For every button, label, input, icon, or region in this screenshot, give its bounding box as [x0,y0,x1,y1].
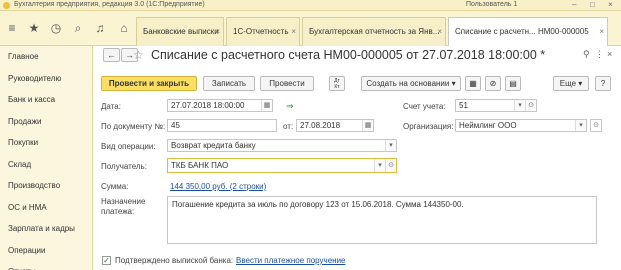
purpose-textarea[interactable]: Погашение кредита за июль по договору 12… [167,196,597,244]
date-field[interactable]: 27.07.2018 18:00:00 ▦ [167,99,273,112]
date-value: 27.07.2018 18:00:00 [171,101,245,110]
purpose-value: Погашение кредита за июль по договору 12… [172,200,464,209]
post-button[interactable]: Провести [260,76,314,91]
tab-label: Списание с расчетн... НМ00-000005 [455,27,589,36]
help-button[interactable]: ? [595,76,611,91]
close-form-icon[interactable]: × [607,49,612,59]
confirmed-label: Подтверждено выпиской банка: [115,256,234,265]
recipient-value: ТКБ БАНК ПАО [171,161,229,170]
tab-write-off[interactable]: Списание с расчетн... НМ00-000005 × [448,17,608,47]
current-user[interactable]: Пользователь 1 [466,1,517,8]
search-icon[interactable]: ⌕ [70,20,86,36]
dt-kt-button[interactable]: Дт Кт [329,76,345,91]
sidebar-item-main[interactable]: Главное [0,46,92,68]
app-logo-icon [3,2,10,9]
calendar-icon[interactable]: ▦ [362,120,373,131]
account-label: Счет учета: [403,102,446,111]
tab-accounting-report[interactable]: Бухгалтерская отчетность за Янв... × [302,17,446,46]
document-form: ← → ☆ Списание с расчетного счета НМ00-0… [93,46,621,270]
sidebar-item-warehouse[interactable]: Склад [0,154,92,176]
favorite-star-icon[interactable]: ☆ [133,48,144,62]
dropdown-arrow-icon[interactable]: ▾ [514,100,525,111]
close-tab-icon[interactable]: × [215,18,220,45]
organization-value: Неймлинг ООО [459,121,517,130]
chevron-down-icon: ▾ [451,79,456,88]
date-label: Дата: [101,102,121,111]
minimize-icon[interactable]: – [572,0,576,9]
account-value: 51 [459,101,468,110]
bell-icon[interactable]: ♫ [92,20,108,36]
home-icon[interactable]: ⌂ [116,20,132,36]
purpose-label: Назначение [101,197,146,206]
calendar-icon[interactable]: ▦ [261,100,272,111]
sidebar-item-operations[interactable]: Операции [0,240,92,262]
dropdown-arrow-icon[interactable]: ▾ [575,120,586,131]
sidebar-item-manager[interactable]: Руководителю [0,68,92,90]
page-title: Списание с расчетного счета НМ00-000005 … [151,48,546,62]
sidebar-item-assets[interactable]: ОС и НМА [0,197,92,219]
sidebar-item-sales[interactable]: Продажи [0,111,92,133]
sidebar-item-payroll[interactable]: Зарплата и кадры [0,218,92,240]
close-window-icon[interactable]: × [608,0,613,9]
sidebar: Главное Руководителю Банк и касса Продаж… [0,46,93,270]
sum-link[interactable]: 144 350,00 руб. (2 строки) [170,182,266,191]
print-icon[interactable]: ▦ [465,76,481,91]
save-button[interactable]: Записать [203,76,255,91]
doc-date-field[interactable]: 27.08.2018 ▦ [296,119,374,132]
top-toolbar: ≡ ★ ◷ ⌕ ♫ ⌂ Банковские выписки × 1С-Отче… [0,11,621,47]
organization-label: Организация: [403,122,454,131]
close-tab-icon[interactable]: × [437,18,442,45]
more-label: Еще [559,79,577,88]
sidebar-item-reports[interactable]: Отчеты [0,261,92,270]
close-tab-icon[interactable]: × [291,18,296,45]
hamburger-icon[interactable]: ≡ [4,20,20,36]
organization-field[interactable]: Неймлинг ООО ▾ [455,119,587,132]
sidebar-item-production[interactable]: Производство [0,175,92,197]
chevron-down-icon: ▾ [578,79,583,88]
dropdown-arrow-icon[interactable]: ▾ [374,159,385,172]
doc-date-value: 27.08.2018 [300,121,341,130]
more-button[interactable]: Еще ▾ [553,76,589,91]
tab-label: 1С-Отчетность [233,27,289,36]
attach-icon[interactable]: ⊘ [485,76,501,91]
star-icon[interactable]: ★ [26,20,42,36]
open-organization-icon[interactable]: ⊙ [590,119,602,132]
app-title: Бухгалтерия предприятия, редакция 3.0 (1… [14,1,205,8]
close-tab-icon[interactable]: × [599,18,604,45]
create-based-label: Создать на основании [366,79,450,88]
document-icon[interactable]: ▤ [505,76,521,91]
recipient-field[interactable]: ТКБ БАНК ПАО ▾ ⊙ [167,158,397,173]
dropdown-arrow-icon[interactable]: ▾ [385,140,396,151]
tab-label: Бухгалтерская отчетность за Янв... [309,27,440,36]
clock-icon[interactable]: ◷ [48,20,64,36]
confirmed-checkbox[interactable]: ✓ [102,256,111,265]
open-link-icon[interactable]: ⊙ [385,159,396,172]
account-field[interactable]: 51 ▾ ⊙ [455,99,537,112]
enter-payment-order-link[interactable]: Ввести платежное поручение [236,256,346,265]
purpose-label-2: платежа: [101,207,135,216]
tab-bank-statements[interactable]: Банковские выписки × [136,17,224,46]
tab-label: Банковские выписки [143,27,219,36]
copy-date-icon[interactable]: ⇒ [286,101,294,112]
more-actions-icon[interactable]: ⋮ [595,49,604,60]
window-titlebar: Бухгалтерия предприятия, редакция 3.0 (1… [0,0,621,11]
operation-type-label: Вид операции: [101,142,156,151]
recipient-label: Получатель: [101,162,147,171]
doc-number-label: По документу №: [101,122,166,131]
maximize-icon[interactable]: □ [590,0,595,9]
operation-type-field[interactable]: Возврат кредита банку ▾ [167,139,397,152]
doc-date-label: от: [283,122,294,131]
tab-1c-reporting[interactable]: 1С-Отчетность × [226,17,300,46]
post-and-close-button[interactable]: Провести и закрыть [101,76,197,91]
create-based-on-button[interactable]: Создать на основании ▾ [361,76,461,91]
sidebar-item-bank-cash[interactable]: Банк и касса [0,89,92,111]
doc-number-value: 45 [171,121,180,130]
doc-number-field[interactable]: 45 [167,119,277,132]
sum-label: Сумма: [101,182,129,191]
open-link-icon[interactable]: ⊙ [525,100,536,111]
sidebar-item-purchases[interactable]: Покупки [0,132,92,154]
operation-type-value: Возврат кредита банку [171,141,256,150]
back-button[interactable]: ← [103,48,120,62]
link-icon[interactable]: ⚲ [583,49,590,60]
